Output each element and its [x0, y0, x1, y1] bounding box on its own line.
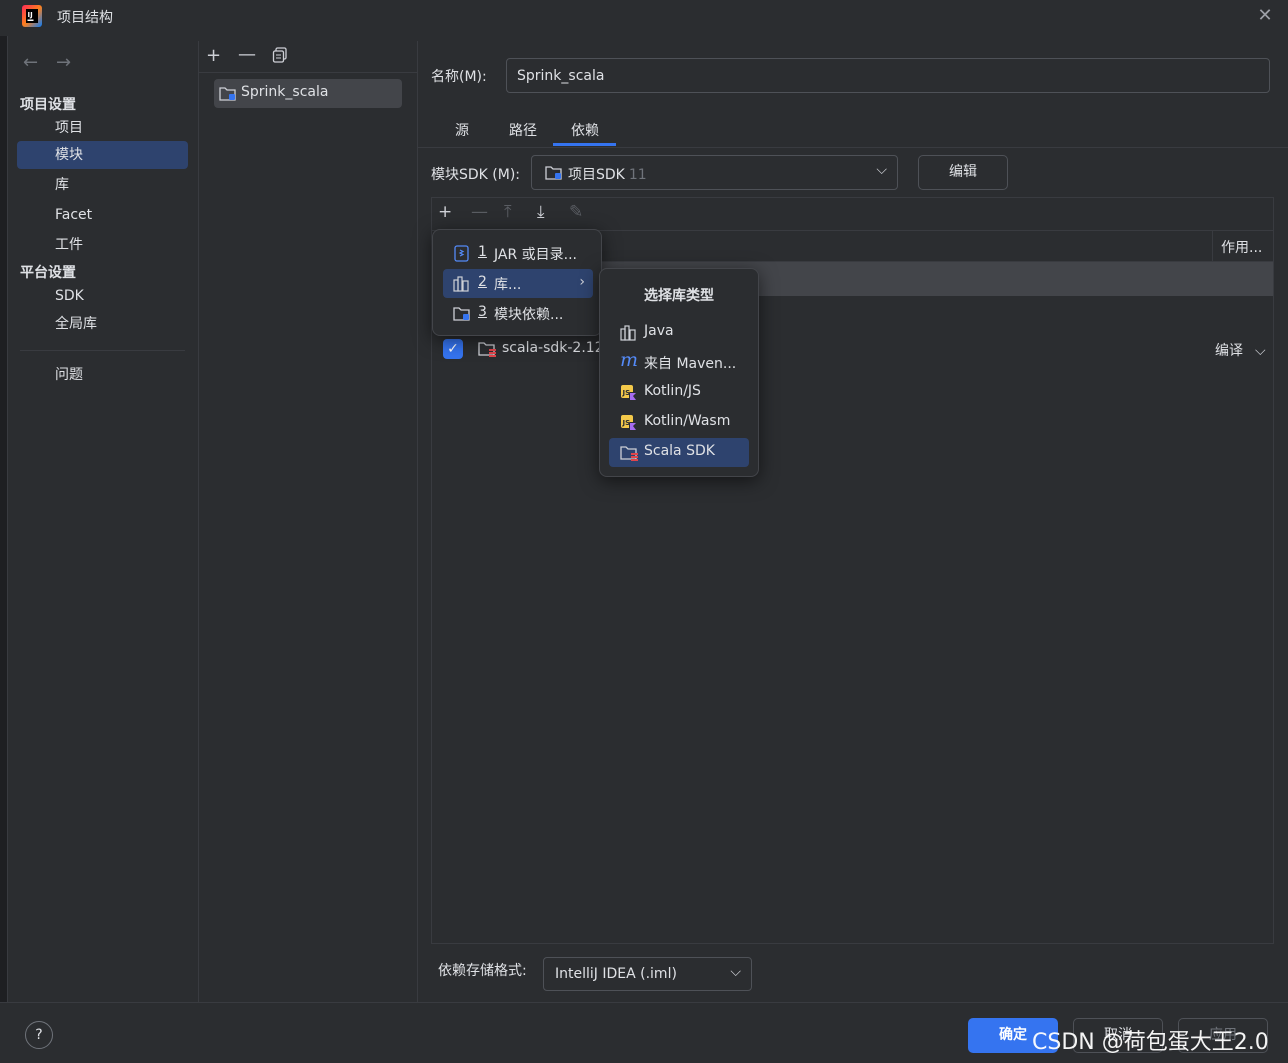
- active-tab-indicator: [553, 143, 616, 146]
- name-label: 名称(M):: [431, 69, 487, 85]
- menu-item-label: Kotlin/JS: [644, 383, 701, 399]
- sidebar-item-artifacts[interactable]: 工件: [17, 231, 188, 259]
- sidebar-item-facets[interactable]: Facet: [17, 201, 188, 229]
- storage-format-dropdown[interactable]: IntelliJ IDEA (.iml) ⌵: [543, 957, 752, 991]
- title-bar: [0, 0, 1288, 36]
- tab-paths[interactable]: 路径: [502, 120, 544, 146]
- menu-item-kotlin-wasm[interactable]: JS Kotlin/Wasm: [609, 408, 749, 437]
- module-list-item[interactable]: Sprink_scala: [214, 79, 402, 108]
- divider: [418, 147, 1288, 148]
- menu-item-kotlin-js[interactable]: JS Kotlin/JS: [609, 378, 749, 407]
- sidebar-item-libraries[interactable]: 库: [17, 171, 188, 199]
- svg-text:IJ: IJ: [28, 11, 33, 19]
- close-icon[interactable]: ✕: [1254, 5, 1276, 27]
- chevron-down-icon: ⌵: [1255, 343, 1266, 359]
- sdk-value: 项目SDK: [568, 167, 625, 183]
- dependency-checkbox[interactable]: ✓: [443, 339, 463, 359]
- menu-item-scala-sdk[interactable]: Scala SDK: [609, 438, 749, 467]
- sidebar-item-global-libraries[interactable]: 全局库: [17, 310, 188, 338]
- sidebar-item-sdks[interactable]: SDK: [17, 282, 188, 310]
- sidebar-item-modules[interactable]: 模块: [17, 141, 188, 169]
- remove-dependency-icon[interactable]: —: [471, 202, 488, 222]
- module-sdk-label: 模块SDK (M):: [431, 167, 521, 183]
- library-icon: [620, 324, 637, 341]
- dependency-scope-dropdown[interactable]: 编译 ⌵: [1215, 340, 1266, 360]
- edit-sdk-button[interactable]: 编辑: [918, 155, 1008, 190]
- kotlin-wasm-icon: JS: [620, 414, 637, 431]
- library-type-menu: 选择库类型 Java m 来自 Maven... JS Kotlin/JS JS…: [599, 268, 759, 477]
- module-icon: [453, 305, 470, 322]
- menu-item-label: 来自 Maven...: [644, 356, 737, 372]
- watermark: CSDN @荷包蛋大王2.0: [1032, 1030, 1269, 1055]
- copy-module-icon[interactable]: [272, 47, 288, 63]
- divider: [198, 72, 418, 73]
- scala-sdk-library-icon: [478, 340, 498, 358]
- menu-item-label: JAR 或目录...: [494, 247, 577, 263]
- move-down-icon[interactable]: ⤓: [537, 202, 545, 222]
- module-folder-icon: [219, 85, 237, 102]
- menu-item-library[interactable]: 2 库... ›: [443, 269, 593, 298]
- menu-mnemonic: 3: [478, 304, 487, 320]
- sidebar-item-problems[interactable]: 问题: [17, 361, 188, 389]
- chevron-down-icon: ⌵: [876, 162, 887, 178]
- menu-item-from-maven[interactable]: m 来自 Maven...: [609, 348, 749, 377]
- library-type-title: 选择库类型: [644, 288, 714, 304]
- back-arrow-icon[interactable]: ←: [23, 52, 38, 73]
- divider: [198, 41, 199, 1002]
- chevron-right-icon: ›: [579, 274, 585, 290]
- edit-pencil-icon[interactable]: ✎: [569, 202, 583, 222]
- add-dependency-menu: 1 JAR 或目录... 2 库... › 3 模块依赖...: [432, 229, 602, 336]
- intellij-logo-icon: IJ: [22, 5, 42, 27]
- scala-sdk-icon: [620, 444, 638, 461]
- module-name: Sprink_scala: [241, 84, 329, 100]
- tab-sources[interactable]: 源: [447, 120, 477, 146]
- window-title: 项目结构: [57, 10, 113, 26]
- remove-module-icon[interactable]: —: [238, 44, 256, 65]
- forward-arrow-icon[interactable]: →: [56, 52, 71, 73]
- library-icon: [453, 275, 470, 292]
- svg-text:JS: JS: [622, 419, 631, 427]
- kotlin-js-icon: JS: [620, 384, 637, 401]
- menu-item-label: Kotlin/Wasm: [644, 413, 731, 429]
- storage-format-value: IntelliJ IDEA (.iml): [555, 966, 677, 982]
- add-dependency-icon[interactable]: +: [438, 202, 452, 222]
- menu-item-java[interactable]: Java: [609, 318, 749, 347]
- platform-settings-heading: 平台设置: [20, 265, 76, 281]
- menu-mnemonic: 1: [478, 244, 487, 260]
- maven-icon: m: [620, 349, 639, 371]
- divider: [20, 350, 185, 351]
- dependency-name: scala-sdk-2.12: [502, 340, 604, 356]
- module-sdk-dropdown[interactable]: 项目SDK 11 ⌵: [531, 155, 898, 190]
- chevron-down-icon: ⌵: [730, 964, 741, 980]
- menu-item-module-dependency[interactable]: 3 模块依赖...: [443, 299, 593, 328]
- module-name-field[interactable]: [506, 58, 1270, 93]
- sidebar-item-project[interactable]: 项目: [17, 114, 188, 142]
- svg-text:JS: JS: [622, 389, 631, 397]
- menu-item-label: Java: [644, 323, 674, 339]
- menu-item-label: Scala SDK: [644, 443, 715, 459]
- add-module-icon[interactable]: +: [206, 45, 221, 66]
- menu-mnemonic: 2: [478, 274, 487, 290]
- move-up-icon[interactable]: ⤒: [504, 202, 512, 222]
- help-button[interactable]: ?: [25, 1021, 53, 1049]
- scope-column-header[interactable]: 作用...: [1221, 237, 1262, 257]
- project-settings-heading: 项目设置: [20, 97, 76, 113]
- menu-item-jar-or-directory[interactable]: 1 JAR 或目录...: [443, 239, 593, 268]
- menu-item-label: 模块依赖...: [494, 307, 564, 323]
- storage-format-label: 依赖存储格式:: [438, 963, 527, 979]
- jar-icon: [453, 245, 470, 262]
- sdk-folder-icon: [545, 164, 563, 181]
- divider: [1212, 231, 1213, 261]
- menu-item-label: 库...: [494, 277, 522, 293]
- dependency-scope: 编译: [1215, 343, 1243, 359]
- sdk-version: 11: [628, 167, 647, 183]
